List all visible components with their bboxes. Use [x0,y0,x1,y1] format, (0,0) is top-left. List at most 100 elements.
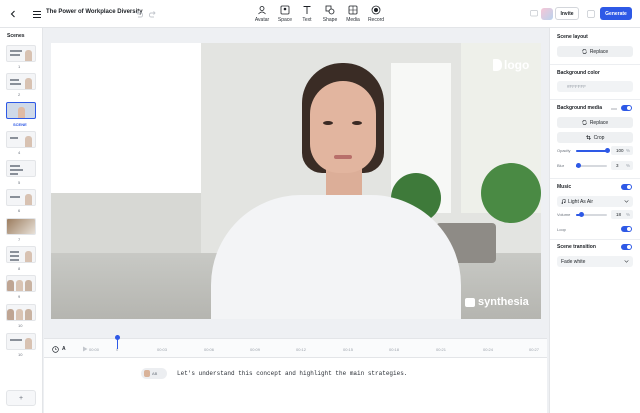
divider [550,178,640,179]
background-color-value: #FFFFFF [567,84,586,89]
scene-number: 8 [18,266,21,271]
menu-icon[interactable] [30,7,44,21]
scene-selected-label: SCENE [13,122,27,127]
layout-replace-button[interactable]: Replace [557,46,633,57]
background-media-title: Background media [557,105,603,111]
blur-slider[interactable] [576,163,607,168]
scene-thumbnail[interactable] [6,333,36,350]
avatar-face [310,81,376,173]
timeline-tick: 00:06 [204,347,215,352]
script-text[interactable]: Let's understand this concept and highli… [177,370,407,377]
top-bar: The Power of Workplace Diversity Avatar … [0,0,640,28]
opacity-slider[interactable] [576,148,610,153]
scene-transition-toggle[interactable] [621,244,632,250]
chevron-down-icon [624,200,629,203]
avatar-icon [258,6,266,15]
script-editor[interactable]: AB Let's understand this concept and hig… [44,358,547,413]
scene-number: 6 [18,208,21,213]
comment-icon[interactable] [527,7,541,21]
timeline-tick: 00:03 [157,347,168,352]
timeline-tick: 00:09 [250,347,261,352]
avatar-eye [323,121,333,125]
volume-slider[interactable] [576,212,607,217]
synthesia-watermark: synthesia [465,296,529,308]
timeline-tick: 00:18 [389,347,400,352]
background-window [51,43,201,193]
tool-avatar-label: Avatar [254,17,270,23]
background-plant [481,163,541,223]
background-counter [51,193,201,253]
background-media-toggle[interactable] [621,105,632,111]
scene-number: 10 [18,323,23,328]
blur-slider-knob[interactable] [576,163,581,168]
scene-thumbnail[interactable] [6,160,36,177]
logo-placeholder[interactable]: logo [493,58,529,72]
scene-thumbnail[interactable] [6,131,36,148]
scene-layout-title: Scene layout [557,34,588,40]
avatar-shirt [211,195,461,319]
redo-icon[interactable] [146,7,160,21]
user-avatar[interactable] [541,8,553,20]
opacity-label: Opacity [557,148,571,153]
synthesia-icon [465,297,475,307]
volume-input[interactable]: 18 % [611,210,633,219]
scene-thumbnail[interactable] [6,73,36,90]
media-icon [348,5,358,15]
generate-button[interactable]: Generate [600,7,632,20]
scene-thumbnail[interactable] [6,275,36,292]
tool-record[interactable]: Record [361,3,391,25]
document-title[interactable]: The Power of Workplace Diversity [46,9,143,15]
undo-icon[interactable] [132,7,146,21]
volume-slider-knob[interactable] [579,212,585,217]
playhead[interactable] [115,335,120,349]
blur-input[interactable]: 3 % [611,161,633,170]
tool-record-label: Record [367,17,385,23]
scene-number: 7 [18,237,21,242]
share-icon[interactable] [584,7,598,21]
video-canvas[interactable]: logo synthesia [51,43,541,319]
loop-toggle[interactable] [621,226,632,232]
back-icon[interactable] [6,7,20,21]
text-style-icon[interactable]: A [62,346,66,352]
scene-number: 2 [18,92,21,97]
more-icon[interactable] [607,102,621,116]
timeline-tick: 00:27 [529,347,540,352]
shape-icon [325,5,335,15]
background-color-field[interactable]: #FFFFFF [557,81,633,92]
scene-thumbnail[interactable] [6,189,36,206]
transition-dropdown[interactable]: Fade white [557,256,633,267]
clock-icon[interactable] [48,342,62,356]
percent-sign: % [625,148,630,153]
avatar-mouth [334,155,352,159]
crop-label: Crop [593,134,605,141]
volume-label: Volume [557,212,571,217]
tool-space-label: Space [277,17,293,23]
scene-number: 5 [18,180,21,185]
timeline-tick: 00:12 [296,347,307,352]
scene-thumbnail[interactable] [6,246,36,263]
music-toggle[interactable] [621,184,632,190]
scene-thumbnail[interactable] [6,218,36,235]
crop-button[interactable]: Crop [557,132,633,143]
scene-thumbnail[interactable] [6,45,36,62]
invite-button[interactable]: Invite [555,7,579,20]
crop-icon [585,135,591,140]
script-avatar-chip[interactable]: AB [141,368,167,379]
opacity-value: 100 [616,148,624,153]
scenes-panel: Scenes 1 2 SCENE 4 5 6 7 8 9 10 10 + [0,28,43,413]
tool-shape-label: Shape [322,17,338,23]
timeline-time: 00:00 [89,347,100,352]
opacity-slider-fill [576,150,607,152]
timeline-bar[interactable]: A 00:00 0 00:03 00:06 00:09 00:12 00:15 … [44,335,547,358]
scenes-title: Scenes [7,33,25,39]
opacity-slider-knob[interactable] [604,148,610,153]
timeline-tick: 00:15 [343,347,354,352]
music-track-dropdown[interactable]: Light As Air [557,196,633,207]
scene-thumbnail[interactable] [6,304,36,321]
opacity-input[interactable]: 100 % [611,146,633,155]
chevron-down-icon [624,260,629,263]
add-scene-button[interactable]: + [6,390,36,406]
media-replace-button[interactable]: Replace [557,117,633,128]
blur-value: 3 [616,163,619,168]
scene-thumbnail-selected[interactable] [6,102,36,119]
